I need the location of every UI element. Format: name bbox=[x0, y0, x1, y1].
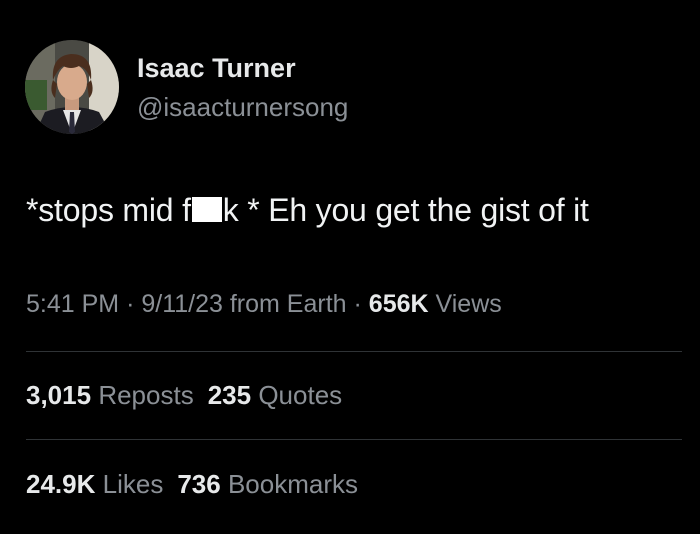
tweet-text-before: *stops mid f bbox=[26, 192, 191, 228]
tweet-time[interactable]: 5:41 PM bbox=[26, 290, 119, 318]
avatar[interactable] bbox=[25, 40, 119, 134]
divider bbox=[26, 439, 682, 440]
user-name[interactable]: Isaac Turner bbox=[137, 53, 296, 84]
tweet-source: from Earth bbox=[229, 290, 347, 318]
meta-separator: · bbox=[353, 290, 362, 318]
reposts-label: Reposts bbox=[98, 380, 194, 410]
user-handle[interactable]: @isaacturnersong bbox=[137, 92, 348, 123]
tweet-text: *stops mid f k * Eh you get the gist of i… bbox=[26, 192, 589, 229]
likes-label: Likes bbox=[102, 469, 164, 499]
tweet-text-after: k * Eh you get the gist of it bbox=[222, 192, 589, 228]
tweet-card: Isaac Turner @isaacturnersong *stops mid… bbox=[0, 0, 700, 534]
reposts-link[interactable]: 3,015 Reposts bbox=[26, 380, 194, 410]
quotes-label: Quotes bbox=[258, 380, 343, 410]
views-count: 656K bbox=[368, 290, 429, 318]
likes-count: 24.9K bbox=[26, 469, 96, 499]
censor-box bbox=[191, 197, 222, 222]
tweet-date[interactable]: 9/11/23 bbox=[141, 290, 223, 318]
reposts-count: 3,015 bbox=[26, 380, 92, 410]
bookmarks-link[interactable]: 736 Bookmarks bbox=[177, 469, 358, 499]
bookmarks-count: 736 bbox=[177, 469, 221, 499]
quotes-count: 235 bbox=[207, 380, 252, 410]
avatar-image bbox=[25, 40, 119, 134]
bookmarks-label: Bookmarks bbox=[227, 469, 358, 499]
like-bookmark-stats: 24.9K Likes 736 Bookmarks bbox=[26, 469, 358, 500]
tweet-meta: 5:41 PM · 9/11/23 from Earth · 656K View… bbox=[26, 290, 502, 319]
quotes-link[interactable]: 235 Quotes bbox=[208, 380, 342, 410]
likes-link[interactable]: 24.9K Likes bbox=[26, 469, 163, 499]
meta-separator: · bbox=[126, 290, 135, 318]
divider bbox=[26, 351, 682, 352]
repost-quote-stats: 3,015 Reposts 235 Quotes bbox=[26, 380, 342, 411]
views-label: Views bbox=[435, 290, 502, 318]
